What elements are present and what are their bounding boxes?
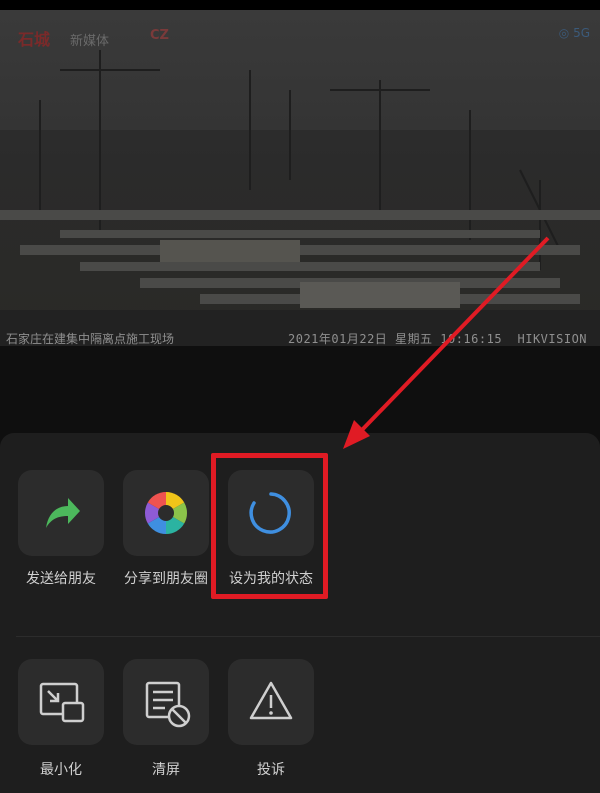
annotation-arrow (343, 236, 550, 449)
